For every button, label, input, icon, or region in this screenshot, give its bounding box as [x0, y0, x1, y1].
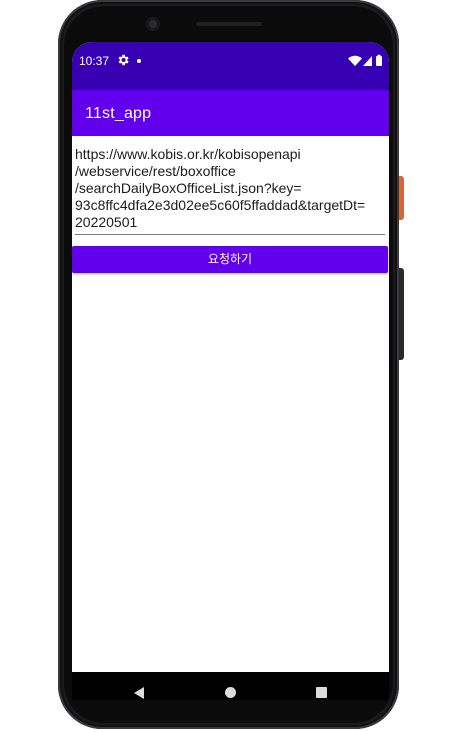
phone-screen: 10:37 11st_app https://www.kobis.or.kr/k…: [72, 42, 389, 700]
system-status-icons: [348, 54, 382, 66]
emulator-stage: 10:37 11st_app https://www.kobis.or.kr/k…: [0, 0, 449, 732]
recents-icon[interactable]: [316, 687, 327, 698]
request-button[interactable]: 요청하기: [72, 246, 388, 273]
volume-button[interactable]: [399, 268, 404, 360]
home-icon[interactable]: [225, 687, 236, 698]
battery-icon: [376, 54, 382, 66]
main-content: https://www.kobis.or.kr/kobisopenapi /we…: [72, 136, 389, 672]
wifi-icon: [348, 55, 362, 66]
back-icon[interactable]: [134, 687, 144, 699]
url-input[interactable]: https://www.kobis.or.kr/kobisopenapi /we…: [75, 146, 385, 235]
speaker-grill: [196, 22, 262, 26]
signal-icon: [363, 56, 372, 66]
navigation-bar: [72, 672, 389, 700]
app-bar: 11st_app: [72, 90, 389, 136]
front-camera-icon: [146, 17, 160, 31]
status-time: 10:37: [79, 54, 110, 68]
gear-icon: [118, 54, 129, 66]
power-button[interactable]: [399, 176, 404, 220]
notification-dot-icon: [137, 59, 141, 63]
app-title: 11st_app: [85, 105, 152, 122]
status-bar: 10:37: [72, 42, 389, 90]
